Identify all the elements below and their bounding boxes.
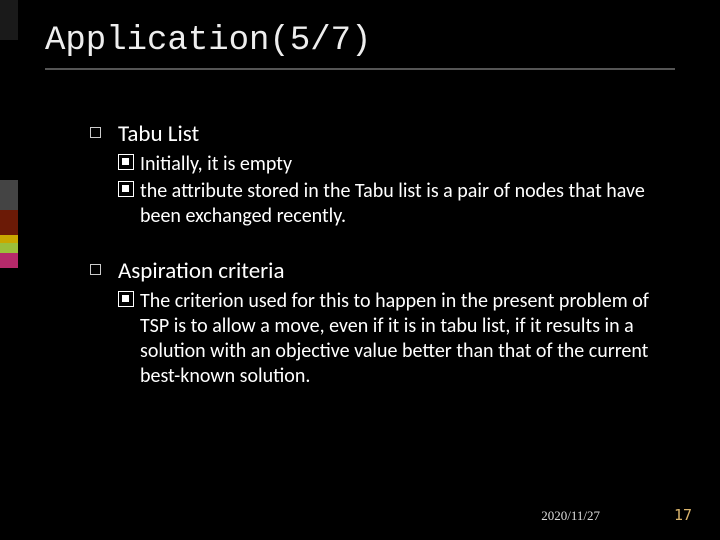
slide-title: Application(5/7) xyxy=(45,22,371,60)
sidebar-stripe xyxy=(0,235,18,243)
square-bullet-icon xyxy=(90,127,101,138)
box-glyph-icon xyxy=(118,181,134,197)
box-glyph-icon xyxy=(118,291,134,307)
sidebar-stripe xyxy=(0,180,18,210)
section-header-tabu-list: Tabu List xyxy=(90,120,680,148)
sidebar-stripe xyxy=(0,243,18,253)
footer-date: 2020/11/27 xyxy=(541,508,600,524)
list-item: Initially, it is empty xyxy=(118,152,680,177)
list-item: the attribute stored in the Tabu list is… xyxy=(118,179,680,229)
section-header-aspiration: Aspiration criteria xyxy=(90,257,680,285)
list-item-text: the attribute stored in the Tabu list is… xyxy=(140,179,645,228)
list-item-text: Initially, it is empty xyxy=(140,152,292,176)
square-bullet-icon xyxy=(90,264,101,275)
sidebar-stripe xyxy=(0,253,18,268)
box-glyph-icon xyxy=(118,154,134,170)
slide-body: Tabu List Initially, it is empty the att… xyxy=(90,120,680,417)
section-header-text: Aspiration criteria xyxy=(118,257,284,285)
title-underline xyxy=(45,68,675,70)
sub-list: The criterion used for this to happen in… xyxy=(118,289,680,389)
list-item: The criterion used for this to happen in… xyxy=(118,289,680,389)
sidebar-stripe xyxy=(0,268,18,540)
footer-page-number: 17 xyxy=(674,506,692,524)
sidebar-stripe xyxy=(0,210,18,235)
accent-sidebar xyxy=(0,0,18,540)
sidebar-stripe xyxy=(0,0,18,40)
list-item-text: The criterion used for this to happen in… xyxy=(140,289,649,388)
sub-list: Initially, it is empty the attribute sto… xyxy=(118,152,680,229)
sidebar-stripe xyxy=(0,40,18,180)
section-header-text: Tabu List xyxy=(118,120,199,148)
